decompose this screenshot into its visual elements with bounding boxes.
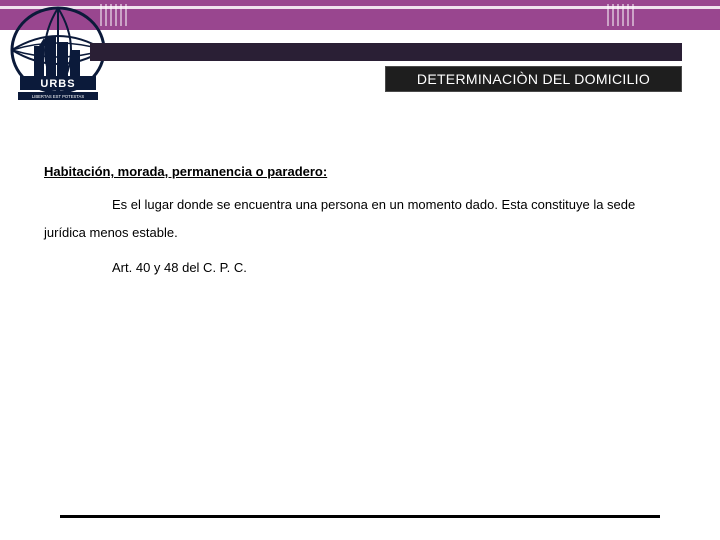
header-decor-right <box>607 4 634 26</box>
bottom-rule <box>60 515 660 518</box>
logo-motto: LIBERTAS EST POTESTAS <box>32 94 84 99</box>
body-paragraph: Es el lugar donde se encuentra una perso… <box>44 191 680 248</box>
body-legal-reference: Art. 40 y 48 del C. P. C. <box>44 254 680 283</box>
header-bar <box>0 0 720 30</box>
body-heading: Habitación, morada, permanencia o parade… <box>44 158 680 187</box>
dark-band <box>90 43 682 61</box>
slide-title: DETERMINACIÒN DEL DOMICILIO <box>417 71 650 87</box>
slide-body: Habitación, morada, permanencia o parade… <box>44 158 680 282</box>
slide-title-pill: DETERMINACIÒN DEL DOMICILIO <box>385 66 682 92</box>
svg-text:URBS: URBS <box>40 78 75 90</box>
